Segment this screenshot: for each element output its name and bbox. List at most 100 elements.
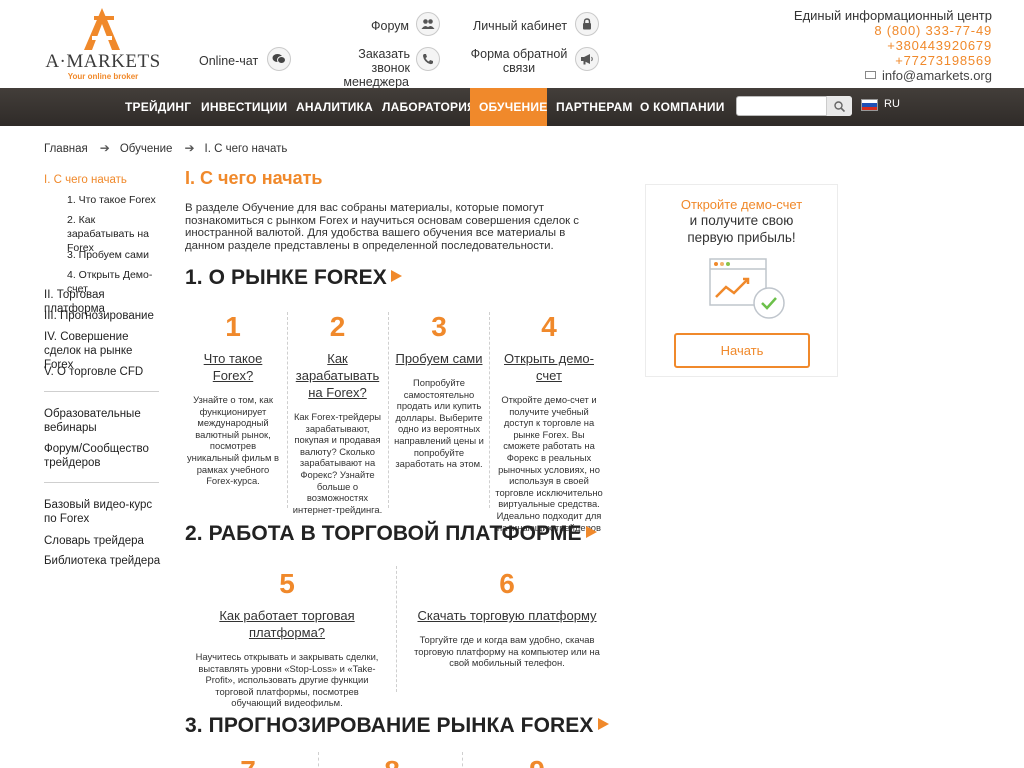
online-chat-link[interactable]: Online-чат xyxy=(199,54,258,68)
cabinet-link[interactable]: Личный кабинет xyxy=(473,19,567,33)
sidebar-item-cfd[interactable]: V. О торговле CFD xyxy=(44,365,164,379)
breadcrumb-arrow-icon: ➔ xyxy=(184,141,195,155)
lesson-number: 2 xyxy=(329,311,346,342)
triangle-right-icon xyxy=(597,718,609,730)
sidebar-item-forum[interactable]: Форум/Сообщество трейдеров xyxy=(44,442,164,470)
card-divider xyxy=(388,312,389,508)
sidebar-item-webinars[interactable]: Образовательные вебинары xyxy=(44,407,164,435)
feedback-label-1: Форма обратной xyxy=(470,47,568,61)
lesson-number: 3 xyxy=(431,311,447,342)
intro-text: В разделе Обучение для вас собраны матер… xyxy=(185,202,580,252)
phone-1[interactable]: 8 (800) 333-77-49 xyxy=(794,23,992,38)
nav-laboratory[interactable]: Лаборатория xyxy=(373,88,485,126)
sidebar-divider xyxy=(44,482,159,483)
callback-label-1: Заказать звонок xyxy=(358,47,410,75)
page-title: I. С чего начать xyxy=(185,168,323,188)
lesson-link[interactable]: Пробуем сами xyxy=(393,350,485,367)
phone-icon[interactable] xyxy=(416,47,440,71)
forum-label: Форум xyxy=(371,19,409,33)
triangle-right-icon xyxy=(585,526,597,538)
lesson-link[interactable]: Как работает торговая платформа? xyxy=(186,607,388,641)
feedback-link[interactable]: Форма обратной связи xyxy=(470,47,568,75)
lesson-card: 1 Что такое Forex? Узнайте о том, как фу… xyxy=(186,312,280,487)
section-title-text: 3. ПРОГНОЗИРОВАНИЕ РЫНКА FOREX xyxy=(185,714,594,737)
mail-icon xyxy=(864,71,876,79)
lesson-link[interactable]: Как зарабатывать на Forex? xyxy=(292,350,383,401)
chart-check-icon xyxy=(709,258,785,319)
lesson-card: 7 xyxy=(226,756,270,768)
russia-flag-icon[interactable] xyxy=(861,99,878,111)
lesson-card: 6 Скачать торговую платформу Торгуйте гд… xyxy=(404,569,610,669)
lesson-number: 5 xyxy=(279,568,295,599)
info-center: Единый информационный центр 8 (800) 333-… xyxy=(794,8,992,83)
email-link[interactable]: info@amarkets.org xyxy=(882,68,992,83)
logo-tagline: Your online broker xyxy=(67,72,139,81)
sidebar-sub-what-is-forex[interactable]: 1. Что такое Forex xyxy=(67,193,163,207)
forum-link[interactable]: Форум xyxy=(371,19,409,33)
sidebar-item-dictionary[interactable]: Словарь трейдера xyxy=(44,534,164,548)
section-title: 3. ПРОГНОЗИРОВАНИЕ РЫНКА FOREX xyxy=(185,714,609,738)
lesson-number: 9 xyxy=(515,756,559,768)
logo-a-icon xyxy=(84,8,120,50)
demo-promo: Откройте демо-счет и получите свою перву… xyxy=(645,184,838,377)
lesson-link[interactable]: Открыть демо-счет xyxy=(494,350,604,384)
lesson-number: 1 xyxy=(225,311,241,342)
lesson-number: 4 xyxy=(541,311,557,342)
card-divider xyxy=(396,566,397,692)
search-button[interactable] xyxy=(826,96,852,116)
email-row[interactable]: info@amarkets.org xyxy=(794,68,992,83)
header: A·MARKETS Your online broker Online-чат … xyxy=(0,0,1024,89)
nav-education[interactable]: Обучение xyxy=(470,88,547,126)
lesson-description: Научитесь открывать и закрывать сделки, … xyxy=(195,651,379,709)
breadcrumb-home[interactable]: Главная xyxy=(44,143,88,155)
search-icon xyxy=(834,100,845,112)
card-divider xyxy=(287,312,288,508)
lesson-link[interactable]: Скачать торговую платформу xyxy=(404,607,610,624)
sidebar-item-video-course[interactable]: Базовый видео-курс по Forex xyxy=(44,498,164,526)
logo[interactable]: A·MARKETS Your online broker xyxy=(42,6,164,82)
section-title: 2. РАБОТА В ТОРГОВОЙ ПЛАТФОРМЕ xyxy=(185,522,597,546)
nav-partners[interactable]: Партнерам xyxy=(547,88,642,126)
callback-label-2: менеджера xyxy=(343,75,409,89)
callback-link[interactable]: Заказать звонок менеджера xyxy=(318,47,410,89)
language-selector[interactable]: RU xyxy=(884,98,900,110)
megaphone-icon[interactable] xyxy=(575,47,599,71)
phone-2[interactable]: +380443920679 xyxy=(794,38,992,53)
lesson-card: 3 Пробуем сами Попробуйте самостоятельно… xyxy=(393,312,485,470)
section-title-text: 2. РАБОТА В ТОРГОВОЙ ПЛАТФОРМЕ xyxy=(185,522,582,545)
lesson-description: Узнайте о том, как функционирует междуна… xyxy=(186,394,280,487)
lesson-description: Откройте демо-счет и получите учебный до… xyxy=(495,394,603,533)
feedback-label-2: связи xyxy=(502,61,536,75)
lesson-description: Торгуйте где и когда вам удобно, скачав … xyxy=(414,634,600,669)
sidebar-divider xyxy=(44,391,159,392)
users-icon[interactable] xyxy=(416,12,440,36)
nav-investments[interactable]: Инвестиции xyxy=(192,88,296,126)
lesson-number: 8 xyxy=(370,756,414,768)
promo-text-2: первую прибыль! xyxy=(687,230,796,245)
lesson-description: Как Forex-трейдеры зарабатывают, покупая… xyxy=(292,411,383,515)
lesson-link[interactable]: Что такое Forex? xyxy=(186,350,280,384)
card-divider xyxy=(489,312,490,508)
sidebar-item-library[interactable]: Библиотека трейдера xyxy=(44,554,164,568)
sidebar-sub-try-yourself[interactable]: 3. Пробуем сами xyxy=(67,248,163,262)
breadcrumb-education[interactable]: Обучение xyxy=(120,143,173,155)
nav-trading[interactable]: Трейдинг xyxy=(116,88,200,126)
chat-icon[interactable] xyxy=(267,47,291,71)
nav-analytics[interactable]: Аналитика xyxy=(287,88,382,126)
promo-headline: Откройте демо-счет xyxy=(680,197,803,212)
promo-text-1: и получите свою xyxy=(689,213,794,228)
lesson-card: 8 xyxy=(370,756,414,768)
phone-3[interactable]: +77273198569 xyxy=(794,53,992,68)
lesson-number: 6 xyxy=(499,568,515,599)
lesson-card: 5 Как работает торговая платформа? Научи… xyxy=(186,569,388,709)
sidebar-item-forecasting[interactable]: III. Прогнозирование xyxy=(44,309,164,323)
lesson-card: 9 xyxy=(515,756,559,768)
section-title-text: 1. О РЫНКЕ FOREX xyxy=(185,266,387,289)
start-demo-button[interactable]: Начать xyxy=(674,333,810,368)
triangle-right-icon xyxy=(390,270,402,282)
sidebar-item-start[interactable]: I. С чего начать xyxy=(44,173,164,187)
nav-about[interactable]: О компании xyxy=(631,88,734,126)
breadcrumb: Главная ➔ Обучение ➔ I. С чего начать xyxy=(44,141,287,155)
lock-icon[interactable] xyxy=(575,12,599,36)
info-title: Единый информационный центр xyxy=(793,8,992,23)
